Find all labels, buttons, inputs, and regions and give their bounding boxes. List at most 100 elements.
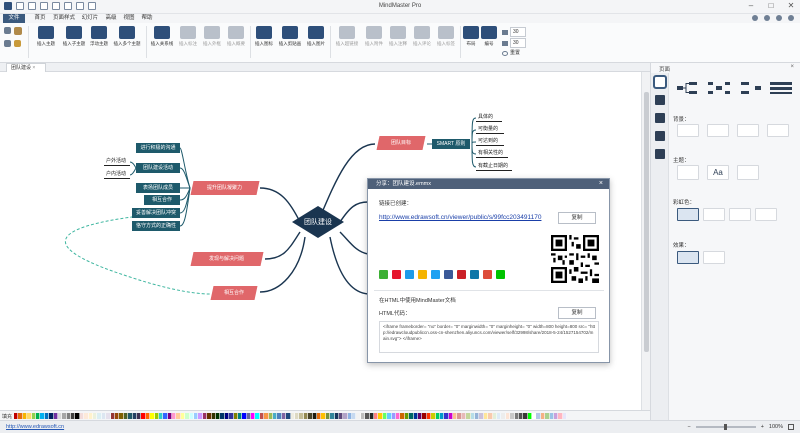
relationship-button[interactable]: 插入关系线 [148, 26, 176, 47]
tab-home[interactable]: 首页 [32, 14, 48, 23]
close-tab-icon[interactable]: × [32, 65, 35, 71]
tab-file[interactable]: 文件 [3, 14, 25, 23]
layout-list-icon[interactable] [770, 82, 792, 94]
scrollbar-thumb[interactable] [644, 92, 649, 352]
paste-icon[interactable] [14, 27, 22, 37]
format-painter-icon[interactable] [14, 40, 21, 49]
zoom-in-icon[interactable]: + [761, 424, 764, 430]
main-topic-cohesion[interactable]: 提升团队凝聚力 [190, 181, 260, 195]
reset-button[interactable]: 重置 [502, 49, 526, 57]
linkedin-icon[interactable] [470, 270, 479, 279]
tag-button[interactable]: 插入标签 [434, 26, 458, 47]
bg-image-option[interactable] [737, 124, 759, 137]
page-format-icon[interactable] [652, 75, 667, 89]
smart-item[interactable]: 可达到的 [476, 137, 504, 146]
numbering-button[interactable]: 编号 [480, 26, 498, 47]
user-icon[interactable] [788, 15, 794, 21]
color-swatch[interactable] [562, 413, 568, 419]
cut-icon[interactable] [4, 27, 11, 36]
close-icon[interactable]: × [790, 64, 794, 70]
facebook-icon[interactable] [444, 270, 453, 279]
smart-item[interactable]: 有截止日期的 [476, 162, 512, 171]
tab-help[interactable]: 帮助 [140, 14, 154, 23]
effect-none-option[interactable] [703, 251, 725, 264]
cohesion-item[interactable]: 表扬团队成员 [136, 183, 180, 193]
attachment-button[interactable]: 插入附件 [362, 26, 386, 47]
settings-icon[interactable] [776, 15, 782, 21]
tab-slides[interactable]: 幻灯片 [80, 14, 100, 23]
clipart-button[interactable]: 插入剪贴画 [276, 26, 304, 47]
main-topic-problems[interactable]: 发现与解决问题 [190, 252, 264, 266]
smart-principle[interactable]: SMART 原则 [432, 139, 470, 149]
h-spacing-input[interactable]: 30 [510, 27, 526, 37]
rainbow-option-3[interactable] [729, 208, 751, 221]
callout-button[interactable]: 插入标注 [176, 26, 200, 47]
main-topic-goals[interactable]: 团队目标 [376, 136, 426, 150]
rainbow-option-2[interactable] [703, 208, 725, 221]
zoom-out-icon[interactable]: − [687, 424, 690, 430]
schedule-icon[interactable] [654, 149, 665, 159]
copy-code-button[interactable]: 复制 [558, 307, 596, 319]
qzone-icon[interactable] [418, 270, 427, 279]
theme-font-option[interactable]: Aa [707, 165, 729, 180]
boundary-button[interactable]: 插入外框 [200, 26, 224, 47]
pinterest-icon[interactable] [457, 270, 466, 279]
insert-topic-button[interactable]: 插入主题 [32, 26, 60, 47]
layout-left-icon[interactable] [739, 82, 761, 94]
central-topic[interactable]: 团队建设 [284, 204, 352, 240]
insert-subtopic-button[interactable]: 插入子主题 [60, 26, 88, 47]
zoom-slider-knob[interactable] [723, 424, 727, 430]
bg-none-option[interactable] [677, 124, 699, 137]
activity-item[interactable]: 户外活动 [104, 157, 130, 166]
layout-balanced-icon[interactable] [708, 82, 730, 94]
bg-watermark-option[interactable] [767, 124, 789, 137]
mindmap-canvas[interactable]: 团队建设 团队目标 提升团队凝聚力 发现与解决问题 相互合作 SMART 原则 … [0, 72, 641, 410]
cohesion-item[interactable]: 团队建设活动 [136, 163, 180, 173]
summary-button[interactable]: 插入概要 [224, 26, 248, 47]
line-icon[interactable] [496, 270, 505, 279]
vertical-scrollbar[interactable] [641, 72, 650, 410]
close-icon[interactable]: × [599, 179, 603, 189]
copy-icon[interactable] [4, 40, 11, 49]
cohesion-item[interactable]: 恪守方式的正确性 [132, 221, 180, 231]
rainbow-option-4[interactable] [755, 208, 777, 221]
fit-page-icon[interactable] [788, 424, 794, 430]
activity-item[interactable]: 户内活动 [104, 170, 130, 179]
theme-layout-option[interactable] [677, 165, 699, 180]
tab-view[interactable]: 视图 [122, 14, 136, 23]
maximize-icon[interactable]: □ [766, 1, 776, 10]
cohesion-item[interactable]: 进行积极的沟通 [136, 143, 180, 153]
share-url[interactable]: http://www.edrawsoft.cn/viewer/public/s/… [379, 214, 541, 221]
cloud-icon[interactable] [752, 15, 758, 21]
weibo-icon[interactable] [392, 270, 401, 279]
floating-topic-button[interactable]: 浮动主题 [86, 26, 112, 47]
smart-item[interactable]: 可衡量的 [476, 125, 504, 134]
website-link[interactable]: http://www.edrawsoft.cn [6, 424, 64, 430]
v-spacing-input[interactable]: 30 [510, 38, 526, 48]
note-button[interactable]: 插入注释 [386, 26, 410, 47]
googleplus-icon[interactable] [483, 270, 492, 279]
cohesion-item[interactable]: 相互合作 [144, 195, 180, 205]
close-icon[interactable]: ✕ [786, 1, 796, 10]
effect-hand-drawn-option[interactable] [677, 251, 699, 264]
share-icon[interactable] [764, 15, 770, 21]
minimize-icon[interactable]: – [746, 1, 756, 10]
document-tab[interactable]: 团队建设 × [6, 63, 46, 72]
multiple-topics-button[interactable]: 插入多个主题 [110, 26, 144, 47]
bg-color-option[interactable] [707, 124, 729, 137]
color-swatches[interactable] [14, 413, 568, 419]
smart-item[interactable]: 有相关性的 [476, 149, 508, 158]
wechat-icon[interactable] [379, 270, 388, 279]
picture-button[interactable]: 插入图片 [304, 26, 328, 47]
hyperlink-button[interactable]: 插入超链接 [332, 26, 362, 47]
cohesion-item[interactable]: 妥善解决团队冲突 [132, 208, 180, 218]
insert-icon-button[interactable]: 插入图标 [252, 26, 276, 47]
icon-library-icon[interactable] [654, 113, 665, 123]
outline-icon[interactable] [654, 131, 665, 141]
theme-color-option[interactable] [737, 165, 759, 180]
twitter-icon[interactable] [431, 270, 440, 279]
html-code-textarea[interactable]: <iframe frameborder= "no" border= "0" ma… [379, 321, 599, 353]
style-icon[interactable] [654, 95, 665, 105]
smart-item[interactable]: 具体的 [476, 113, 502, 122]
comment-button[interactable]: 插入评论 [410, 26, 434, 47]
